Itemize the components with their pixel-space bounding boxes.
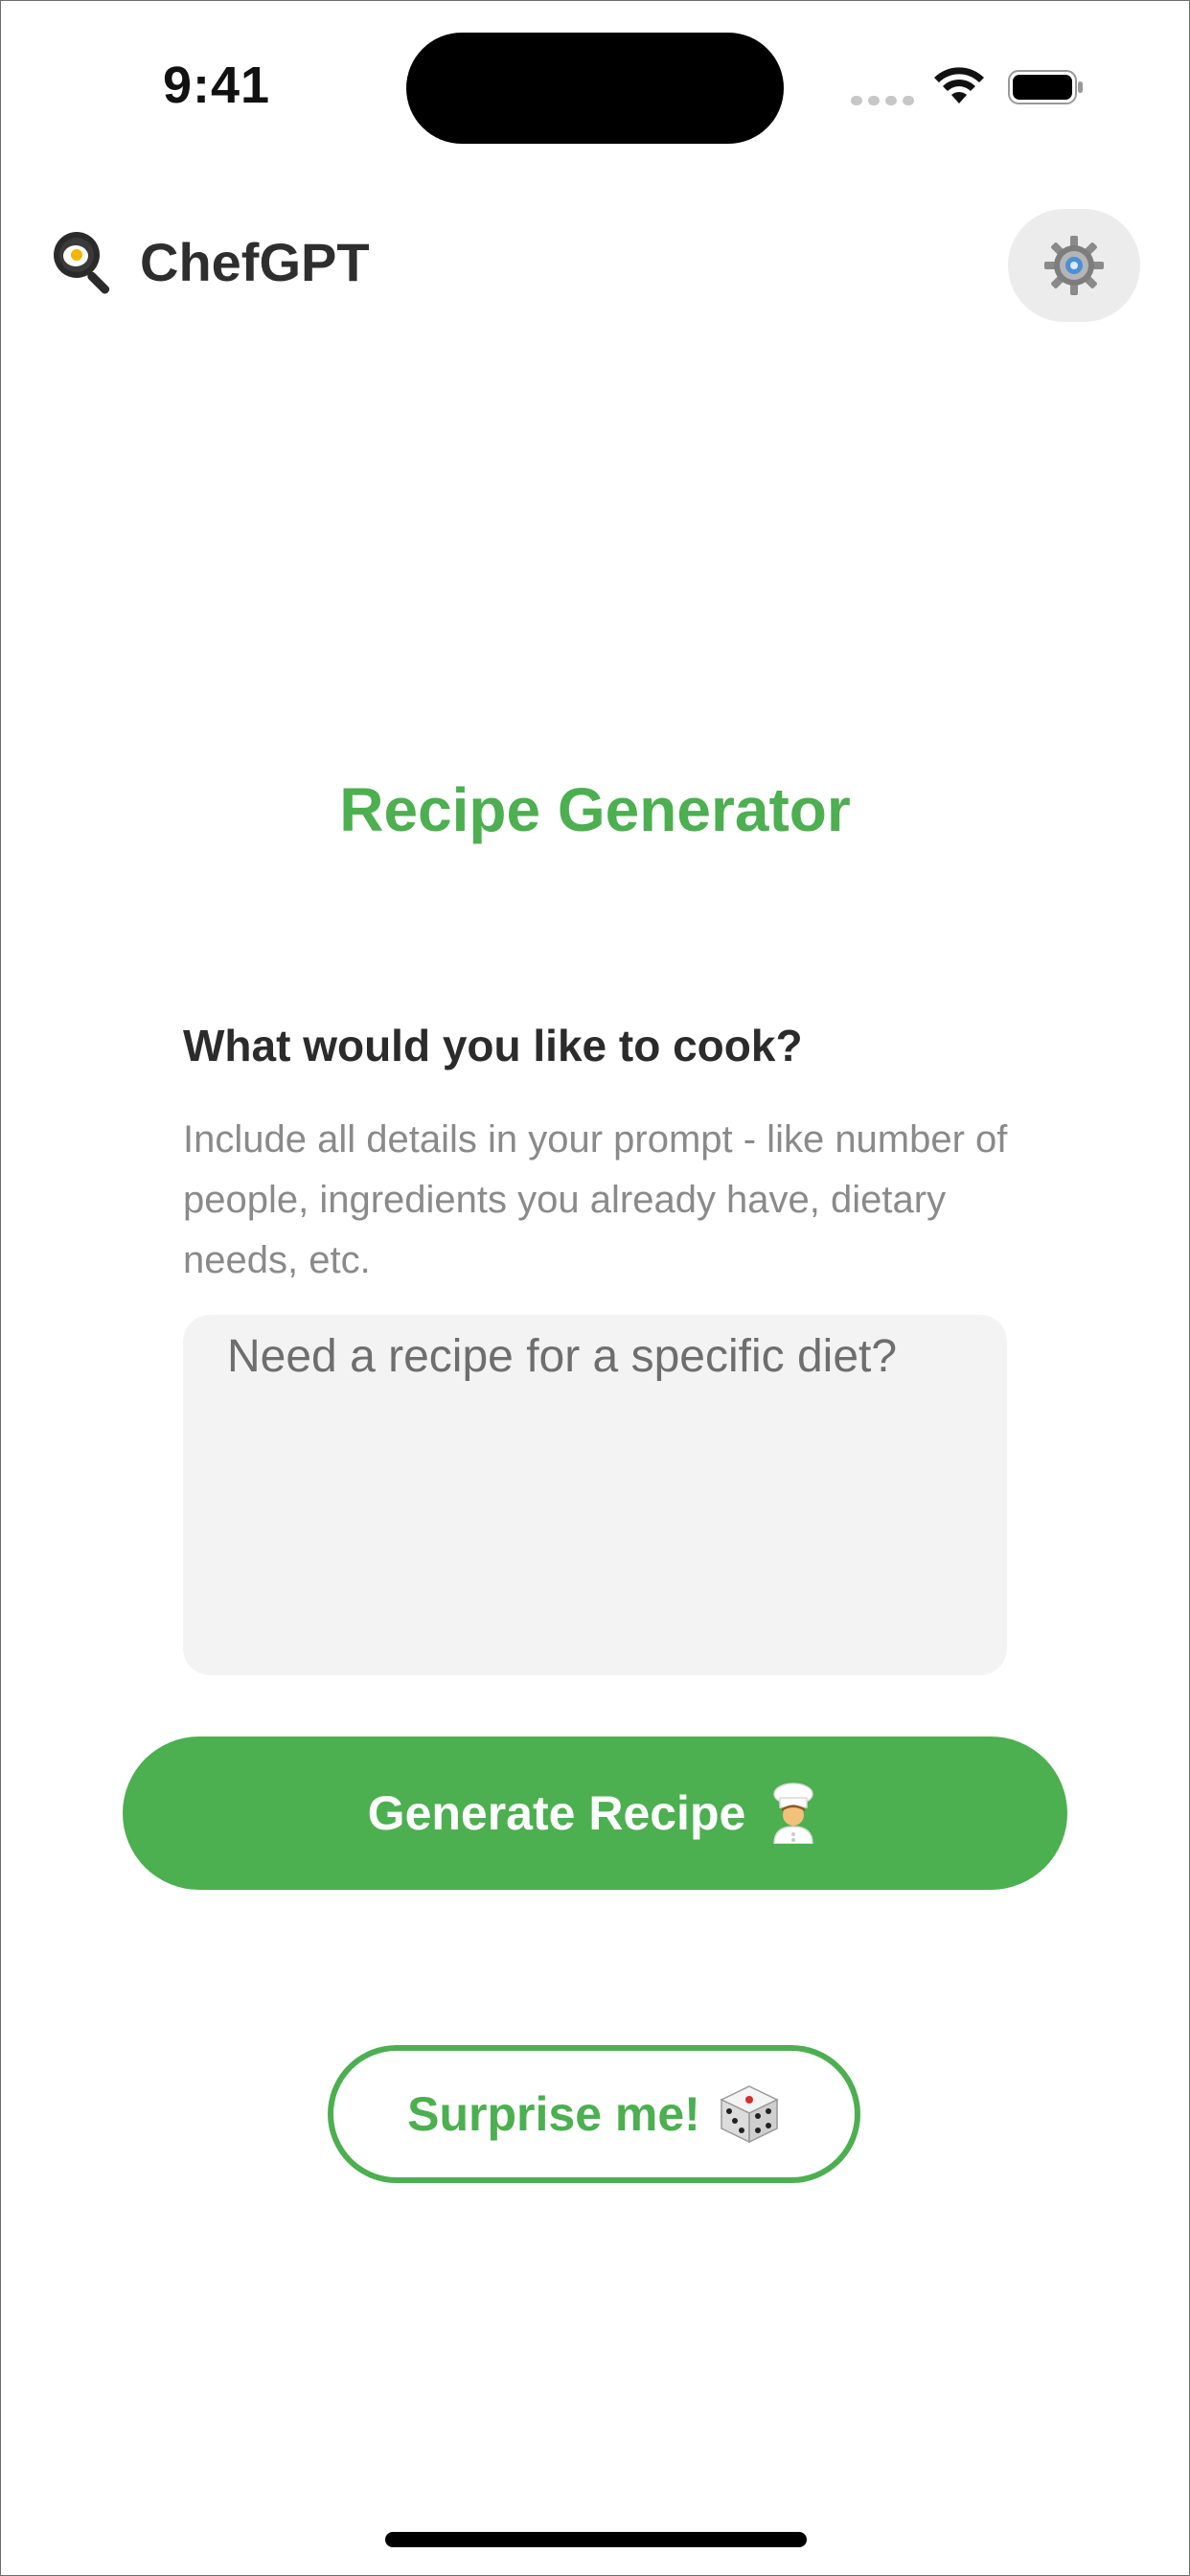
recipe-prompt-input[interactable] <box>183 1315 1007 1675</box>
app-title: ChefGPT <box>140 231 370 292</box>
surprise-me-label: Surprise me! <box>407 2087 700 2141</box>
frying-pan-icon <box>54 232 110 294</box>
chef-icon <box>773 1782 814 1844</box>
gear-icon <box>1044 236 1104 295</box>
dice-icon <box>720 2085 779 2144</box>
dynamic-island <box>406 33 784 144</box>
generate-recipe-button[interactable]: Generate Recipe <box>123 1736 1067 1890</box>
prompt-question: What would you like to cook? <box>183 1021 803 1070</box>
status-time: 9:41 <box>163 57 271 114</box>
battery-icon <box>1008 70 1083 104</box>
prompt-hint: Include all details in your prompt - lik… <box>183 1118 1008 1281</box>
home-indicator[interactable] <box>385 2532 807 2547</box>
settings-button[interactable] <box>1008 209 1140 322</box>
page-title: Recipe Generator <box>339 775 851 844</box>
wifi-icon <box>934 67 984 104</box>
app-brand: ChefGPT <box>50 228 370 295</box>
surprise-me-button[interactable]: Surprise me! <box>328 2045 860 2183</box>
generate-recipe-label: Generate Recipe <box>367 1786 746 1840</box>
cellular-signal-icon <box>851 96 914 105</box>
